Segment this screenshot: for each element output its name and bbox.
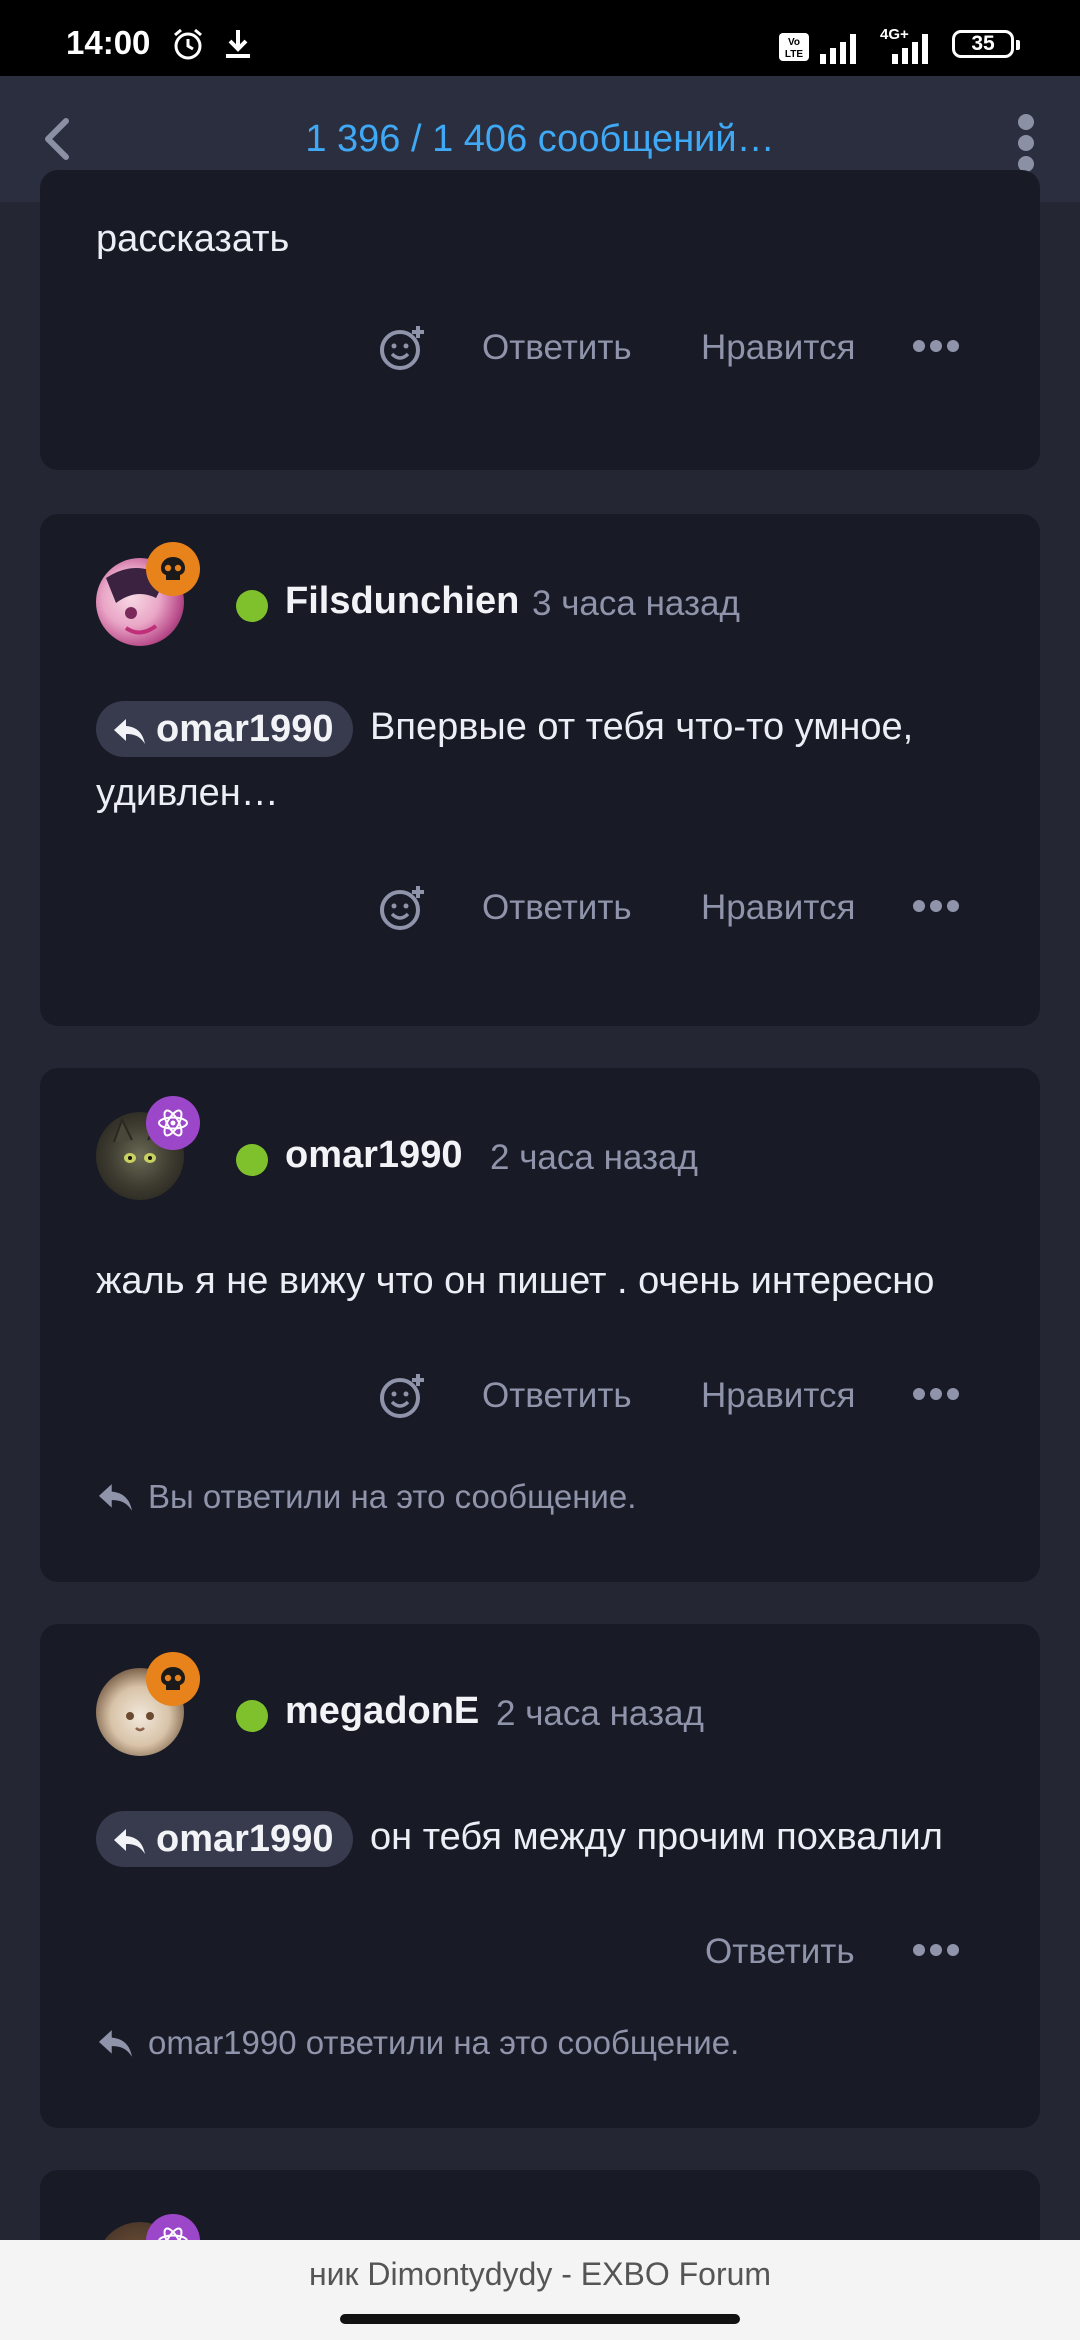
browser-bottom-bar: ник Dimontydydy - EXBO Forum xyxy=(0,2240,1080,2340)
post-author-row: Filsdunchien 3 часа назад xyxy=(96,542,996,650)
post-timestamp[interactable]: 2 часа назад xyxy=(490,1138,698,1178)
more-horizontal-icon[interactable] xyxy=(913,900,959,914)
atom-icon xyxy=(158,1109,188,1137)
post-actions: Ответить Нравится xyxy=(40,320,1040,380)
mention-username: omar1990 xyxy=(156,1817,334,1860)
status-bar: 14:00 Vo LTE 4G+ 35 xyxy=(0,0,1080,76)
post-timestamp[interactable]: 2 часа назад xyxy=(496,1694,704,1734)
volte-icon: Vo LTE xyxy=(779,33,809,61)
add-reaction-icon[interactable] xyxy=(378,882,430,934)
online-status-dot xyxy=(236,1144,268,1176)
post-username[interactable]: Filsdunchien xyxy=(285,580,519,623)
reply-icon xyxy=(114,718,145,744)
post-text: он тебя между прочим похвалил xyxy=(370,1816,943,1858)
online-status-dot xyxy=(236,1700,268,1732)
home-indicator[interactable] xyxy=(340,2314,740,2324)
like-button[interactable]: Нравится xyxy=(701,1376,855,1416)
reply-icon xyxy=(114,1828,145,1854)
user-group-badge xyxy=(146,542,200,596)
download-icon xyxy=(226,30,250,58)
user-group-badge xyxy=(146,1652,200,1706)
online-status-dot xyxy=(236,590,268,622)
post-text-block: omar1990 Впервые от тебя что-то умное, у… xyxy=(96,694,996,826)
post-card: рассказать Ответить Нравится xyxy=(40,170,1040,470)
more-vertical-icon[interactable] xyxy=(1010,114,1042,174)
skull-icon xyxy=(161,1667,185,1690)
reply-button[interactable]: Ответить xyxy=(482,888,632,928)
svg-text:Vo: Vo xyxy=(788,37,800,48)
mention-username: omar1990 xyxy=(156,707,334,750)
add-reaction-icon[interactable] xyxy=(378,1370,430,1422)
svg-text:LTE: LTE xyxy=(785,49,803,60)
post-actions: Ответить Нравится xyxy=(40,880,1040,940)
post-author-row: omar1990 2 часа назад xyxy=(96,1096,996,1204)
reply-mention-chip[interactable]: omar1990 xyxy=(96,1810,354,1867)
reply-mention-chip[interactable]: omar1990 xyxy=(96,700,354,757)
post-card: Filsdunchien 3 часа назад omar1990 Вперв… xyxy=(40,514,1040,1026)
page-title[interactable]: ник Dimontydydy - EXBO Forum xyxy=(0,2256,1080,2293)
post-card: omar1990 2 часа назад жаль я не вижу что… xyxy=(40,1068,1040,1582)
replied-note-text: Вы ответили на это сообщение. xyxy=(148,1478,637,1515)
post-actions: Ответить xyxy=(40,1924,1040,1984)
post-text-block: omar1990 он тебя между прочим похвалил xyxy=(96,1804,996,1870)
skull-icon xyxy=(161,557,185,580)
reply-button[interactable]: Ответить xyxy=(705,1932,855,1972)
post-counter-title[interactable]: 1 396 / 1 406 сообщений… xyxy=(140,118,940,161)
more-horizontal-icon[interactable] xyxy=(913,1944,959,1958)
reply-button[interactable]: Ответить xyxy=(482,1376,632,1416)
alarm-icon xyxy=(174,28,202,60)
reply-icon xyxy=(98,1484,132,1511)
more-horizontal-icon[interactable] xyxy=(913,1388,959,1402)
4g-signal-icon xyxy=(892,34,928,64)
replied-note: Вы ответили на это сообщение. xyxy=(96,1478,636,1516)
battery-indicator: 35 xyxy=(952,30,1020,58)
post-author-row: megadonE 2 часа назад xyxy=(96,1652,996,1760)
signal-icon xyxy=(820,34,856,64)
replied-note-text: omar1990 ответили на это сообщение. xyxy=(148,2024,740,2061)
post-actions: Ответить Нравится xyxy=(40,1368,1040,1428)
user-group-badge xyxy=(146,1096,200,1150)
like-button[interactable]: Нравится xyxy=(701,328,855,368)
reply-icon xyxy=(98,2030,132,2057)
reply-button[interactable]: Ответить xyxy=(482,328,632,368)
more-horizontal-icon[interactable] xyxy=(913,340,959,354)
post-username[interactable]: megadonE xyxy=(285,1690,479,1733)
post-username[interactable]: omar1990 xyxy=(285,1134,462,1177)
post-text: рассказать xyxy=(96,218,290,260)
status-time: 14:00 xyxy=(66,24,151,61)
replied-note: omar1990 ответили на это сообщение. xyxy=(96,2024,739,2062)
post-card: megadonE 2 часа назад omar1990 он тебя м… xyxy=(40,1624,1040,2128)
post-text: жаль я не вижу что он пишет . очень инте… xyxy=(96,1260,935,1302)
like-button[interactable]: Нравится xyxy=(701,888,855,928)
add-reaction-icon[interactable] xyxy=(378,322,430,374)
post-timestamp[interactable]: 3 часа назад xyxy=(532,584,740,624)
back-button[interactable] xyxy=(30,109,90,169)
